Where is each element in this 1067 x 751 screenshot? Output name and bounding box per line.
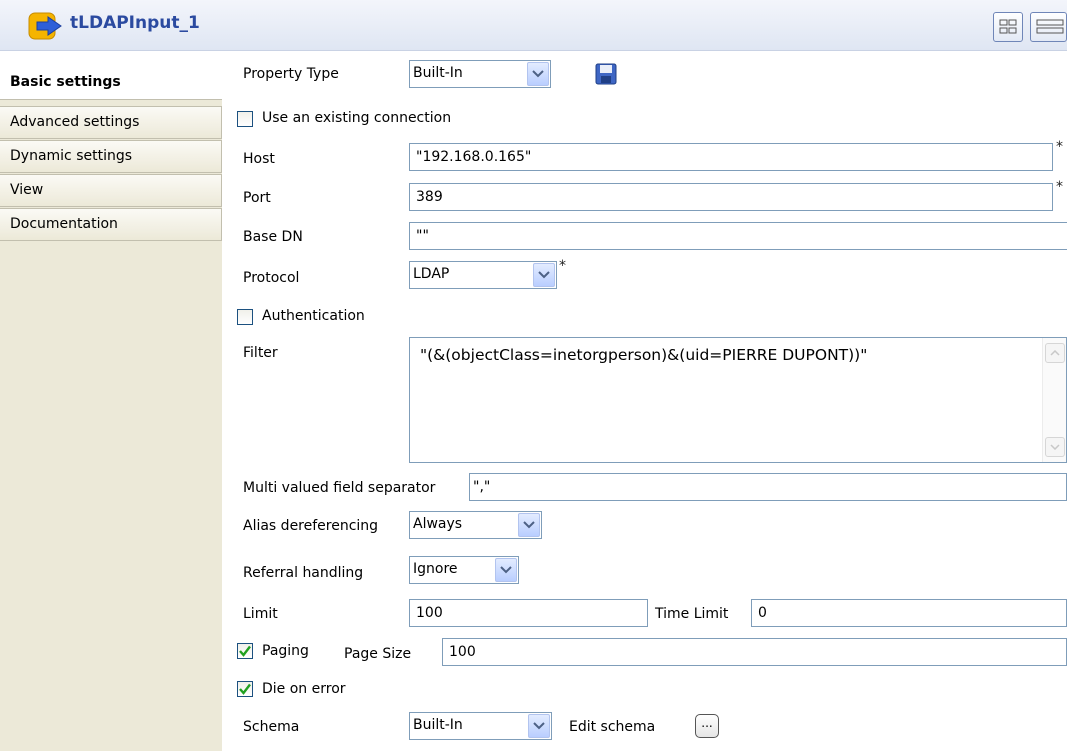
- edit-schema-label: Edit schema: [569, 719, 656, 735]
- page-size-input[interactable]: 100: [442, 638, 1067, 666]
- paging-label: Paging: [262, 643, 309, 659]
- chevron-down-icon: [495, 558, 517, 582]
- checkmark-icon: [239, 683, 251, 695]
- alias-dereferencing-label: Alias dereferencing: [243, 518, 379, 534]
- die-on-error-checkbox[interactable]: [237, 681, 253, 697]
- multi-valued-separator-label: Multi valued field separator: [243, 480, 436, 496]
- die-on-error-label: Die on error: [262, 681, 346, 697]
- filter-textarea[interactable]: "(&(objectClass=inetorgperson)&(uid=PIER…: [409, 337, 1067, 463]
- grid-view-icon[interactable]: [993, 12, 1023, 42]
- authentication-checkbox[interactable]: [237, 309, 253, 325]
- ldap-component-icon: [28, 12, 66, 40]
- tab-basic-settings[interactable]: Basic settings: [0, 56, 222, 100]
- settings-tab-panel: Basic settings Advanced settings Dynamic…: [0, 56, 222, 751]
- filter-value: "(&(objectClass=inetorgperson)&(uid=PIER…: [420, 346, 868, 364]
- list-view-icon[interactable]: [1030, 12, 1067, 42]
- referral-handling-value: Ignore: [413, 561, 458, 577]
- schema-select[interactable]: Built-In: [409, 712, 552, 740]
- multi-valued-separator-input[interactable]: ",": [469, 473, 1067, 501]
- protocol-label: Protocol: [243, 270, 300, 286]
- paging-checkbox[interactable]: [237, 643, 253, 659]
- base-dn-label: Base DN: [243, 229, 303, 245]
- property-type-select[interactable]: Built-In: [409, 60, 551, 88]
- use-existing-connection-label: Use an existing connection: [262, 110, 452, 126]
- protocol-select[interactable]: LDAP: [409, 261, 557, 289]
- tab-view[interactable]: View: [0, 174, 222, 207]
- component-header: tLDAPInput_1: [0, 0, 1067, 51]
- checkmark-icon: [239, 645, 251, 657]
- base-dn-input[interactable]: "": [409, 222, 1067, 250]
- schema-value: Built-In: [413, 717, 463, 733]
- filter-label: Filter: [243, 345, 278, 361]
- page-size-label: Page Size: [344, 646, 412, 662]
- referral-handling-label: Referral handling: [243, 565, 364, 581]
- schema-label: Schema: [243, 719, 300, 735]
- host-input[interactable]: "192.168.0.165": [409, 143, 1053, 171]
- chevron-down-icon: [527, 62, 549, 86]
- chevron-down-icon: [533, 263, 555, 287]
- host-required-mark: *: [1056, 139, 1063, 155]
- time-limit-input[interactable]: 0: [751, 599, 1067, 627]
- port-input[interactable]: 389: [409, 183, 1053, 211]
- port-required-mark: *: [1056, 179, 1063, 195]
- limit-input[interactable]: 100: [409, 599, 648, 627]
- time-limit-label: Time Limit: [655, 606, 729, 622]
- tab-documentation[interactable]: Documentation: [0, 208, 222, 241]
- protocol-value: LDAP: [413, 266, 450, 282]
- component-title: tLDAPInput_1: [70, 13, 200, 33]
- tab-advanced-settings[interactable]: Advanced settings: [0, 106, 222, 139]
- limit-label: Limit: [243, 606, 278, 622]
- use-existing-connection-checkbox[interactable]: [237, 111, 253, 127]
- referral-handling-select[interactable]: Ignore: [409, 556, 519, 584]
- port-label: Port: [243, 190, 271, 206]
- property-type-value: Built-In: [413, 65, 463, 81]
- property-type-label: Property Type: [243, 66, 339, 82]
- chevron-up-icon[interactable]: [1045, 343, 1065, 363]
- filter-scrollbar[interactable]: [1042, 338, 1066, 462]
- protocol-required-mark: *: [559, 258, 566, 274]
- edit-schema-button[interactable]: ...: [695, 714, 719, 738]
- host-label: Host: [243, 151, 275, 167]
- chevron-down-icon[interactable]: [1045, 437, 1065, 457]
- save-icon[interactable]: [594, 62, 618, 86]
- chevron-down-icon: [518, 513, 540, 537]
- alias-dereferencing-value: Always: [413, 516, 463, 532]
- chevron-down-icon: [528, 714, 550, 738]
- alias-dereferencing-select[interactable]: Always: [409, 511, 542, 539]
- authentication-label: Authentication: [262, 308, 365, 324]
- tab-dynamic-settings[interactable]: Dynamic settings: [0, 140, 222, 173]
